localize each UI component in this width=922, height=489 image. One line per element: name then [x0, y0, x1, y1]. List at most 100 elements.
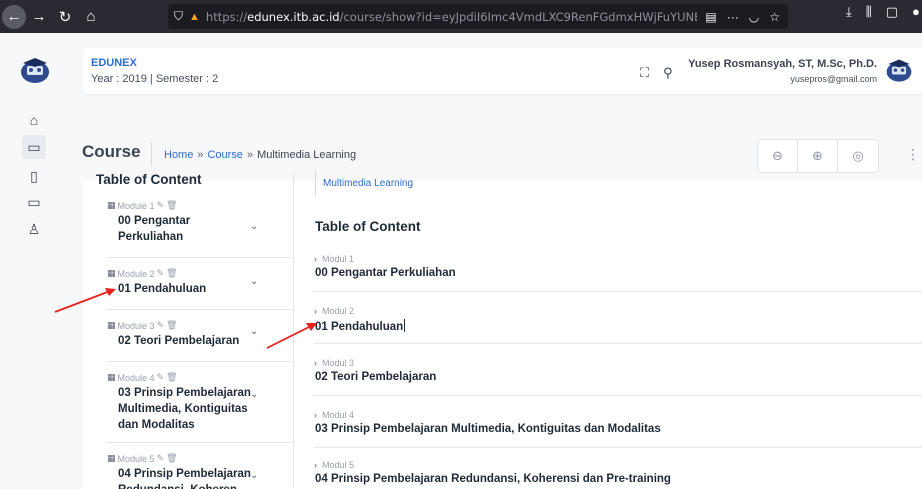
download-icon[interactable]: ⤓ — [846, 4, 852, 20]
module-divider — [107, 361, 292, 362]
entry-label: Modul 3 — [322, 358, 355, 368]
toolbar-right: ⤓ ⫼ ▢ ● — [846, 4, 920, 20]
entry-label: Modul 5 — [322, 460, 355, 470]
module-divider — [107, 442, 292, 443]
breadcrumb-current: Multimedia Learning — [257, 149, 357, 161]
module-name: 04 Prinsip Pembelajaran Redundansi, Kohe… — [118, 468, 251, 489]
toc-entry[interactable]: › Modul 3 02 Teori Pembelajaran — [314, 358, 922, 383]
edit-icon[interactable]: ✎ — [157, 372, 165, 383]
tab-multimedia-learning[interactable]: Multimedia Learning — [315, 170, 413, 196]
page-title: Course — [82, 142, 141, 161]
address-bar[interactable]: ⛉ ▲ https://edunex.itb.ac.id/course/show… — [168, 4, 788, 29]
breadcrumb-course[interactable]: Course — [207, 149, 242, 161]
avatar[interactable] — [884, 56, 914, 86]
more-actions-icon[interactable]: ··· — [727, 10, 739, 24]
forward-arrow-icon[interactable]: → — [26, 4, 52, 30]
module-divider — [107, 257, 292, 258]
lock-warning-icon[interactable]: ▲ — [189, 11, 200, 23]
zoom-in-icon[interactable]: ⊕ — [798, 140, 838, 172]
entry-label: Modul 4 — [322, 410, 355, 420]
trash-icon[interactable]: 🗑︎ — [166, 200, 177, 211]
courses-icon[interactable]: ▭ — [22, 135, 46, 159]
module-grid-icon: ▦ — [107, 372, 116, 382]
user-name[interactable]: Yusep Rosmansyah, ST, M.Sc, Ph.D. — [688, 58, 877, 70]
module-grid-icon: ▦ — [107, 268, 116, 278]
side-rail: ⌂ ▭ ▯ ▭ ♙ — [0, 33, 68, 489]
pocket-icon[interactable]: ◡ — [749, 10, 759, 24]
search-icon[interactable]: ⚲ — [663, 65, 673, 81]
module-name: 03 Prinsip Pembelajaran Multimedia, Kont… — [118, 387, 251, 431]
year-semester: Year : 2019 | Semester : 2 — [91, 73, 219, 85]
module-grid-icon: ▦ — [107, 453, 116, 463]
chevron-right-icon[interactable]: › — [314, 306, 317, 316]
chevron-down-icon[interactable]: ⌄ — [250, 389, 258, 400]
title-divider — [151, 142, 152, 166]
view-tools: ⊖ ⊕ ◎ — [757, 139, 879, 173]
edit-icon[interactable]: ✎ — [157, 453, 165, 464]
app-header: EDUNEX Year : 2019 | Semester : 2 ⛶ ⚲ Yu… — [83, 48, 922, 94]
edit-icon[interactable]: ✎ — [157, 268, 165, 279]
reader-view-icon[interactable]: ▤ — [705, 10, 716, 24]
breadcrumb-separator: » — [197, 149, 204, 161]
entry-divider — [314, 343, 922, 344]
library-icon[interactable]: ⫼ — [866, 4, 872, 20]
toc-entry[interactable]: › Modul 2 01 Pendahuluan — [314, 306, 922, 333]
entry-name-row: 01 Pendahuluan — [315, 319, 922, 333]
trash-icon[interactable]: 🗑︎ — [166, 372, 177, 383]
bookmark-star-icon[interactable]: ☆ — [769, 10, 780, 24]
toc-entry[interactable]: › Modul 1 00 Pengantar Perkuliahan — [314, 254, 922, 279]
edit-icon[interactable]: ✎ — [157, 320, 165, 331]
chevron-down-icon[interactable]: ⌄ — [250, 326, 258, 337]
main-toc-title: Table of Content — [315, 219, 421, 234]
sidebar-toggle-icon[interactable]: ▢ — [886, 4, 898, 20]
entry-name: 01 Pendahuluan — [315, 321, 404, 333]
edit-icon[interactable]: ✎ — [157, 200, 165, 211]
reload-icon[interactable]: ↻ — [52, 4, 78, 30]
chevron-down-icon[interactable]: ⌄ — [250, 221, 258, 232]
back-arrow-icon[interactable]: ← — [2, 4, 26, 29]
entry-name: 04 Prinsip Pembelajaran Redundansi, Kohe… — [315, 473, 671, 485]
chevron-right-icon[interactable]: › — [314, 410, 317, 420]
breadcrumb-home[interactable]: Home — [164, 149, 193, 161]
chevron-right-icon[interactable]: › — [314, 358, 317, 368]
clipboard-icon[interactable]: ▯ — [24, 166, 44, 186]
chevron-right-icon[interactable]: › — [314, 254, 317, 264]
trash-icon[interactable]: 🗑︎ — [166, 320, 177, 331]
module-name: 00 Pengantar Perkuliahan — [118, 215, 191, 243]
trash-icon[interactable]: 🗑︎ — [166, 453, 177, 464]
entry-name: 02 Teori Pembelajaran — [315, 371, 437, 383]
toc-entry[interactable]: › Modul 4 03 Prinsip Pembelajaran Multime… — [314, 410, 922, 435]
home-icon[interactable]: ⌂ — [78, 4, 104, 30]
chevron-down-icon[interactable]: ⌄ — [250, 470, 258, 481]
toc-divider — [293, 173, 294, 489]
more-options-icon[interactable]: ⋮ — [906, 146, 920, 163]
toc-entry[interactable]: › Modul 5 04 Prinsip Pembelajaran Redunda… — [314, 460, 922, 485]
entry-name: 03 Prinsip Pembelajaran Multimedia, Kont… — [315, 423, 661, 435]
monitor-icon[interactable]: ▭ — [24, 192, 44, 212]
zoom-out-icon[interactable]: ⊖ — [758, 140, 798, 172]
sidebar-module[interactable]: ▦ Module 4 ✎ 🗑︎ 03 Prinsip Pembelajaran Mul… — [107, 372, 272, 433]
sidebar-module[interactable]: ▦ Module 3 ✎ 🗑︎ 02 Teori Pembelajaran ⌄ — [107, 320, 272, 349]
breadcrumb-separator: » — [246, 149, 254, 161]
trash-icon[interactable]: 🗑︎ — [166, 268, 177, 279]
home-icon[interactable]: ⌂ — [24, 110, 44, 130]
chevron-down-icon[interactable]: ⌄ — [250, 276, 258, 287]
chevron-right-icon[interactable]: › — [314, 460, 317, 470]
sidebar-module[interactable]: ▦ Module 1 ✎ 🗑︎ 00 Pengantar Perkuliahan ⌄ — [107, 200, 272, 245]
module-label: Module 2 — [117, 268, 155, 279]
fullscreen-icon[interactable]: ⛶ — [640, 65, 649, 81]
shield-icon: ⛉ — [174, 9, 184, 23]
module-label: Module 5 — [117, 453, 155, 464]
module-label: Module 3 — [117, 320, 155, 331]
url-actions: ▤ ··· ◡ ☆ — [697, 4, 788, 29]
entry-divider — [314, 447, 922, 448]
sidebar-module[interactable]: ▦ Module 2 ✎ 🗑︎ 01 Pendahuluan ⌄ — [107, 268, 272, 297]
edunex-logo-icon[interactable] — [18, 56, 52, 86]
module-label: Module 4 — [117, 372, 155, 383]
entry-label: Modul 1 — [322, 254, 355, 264]
brand-name: EDUNEX — [91, 57, 137, 69]
user-icon[interactable]: ♙ — [24, 219, 44, 239]
preview-eye-icon[interactable]: ◎ — [838, 140, 878, 172]
sidebar-module[interactable]: ▦Module 5✎🗑︎ 04 Prinsip Pembelajaran Red… — [107, 453, 272, 489]
account-icon[interactable]: ● — [912, 4, 920, 20]
